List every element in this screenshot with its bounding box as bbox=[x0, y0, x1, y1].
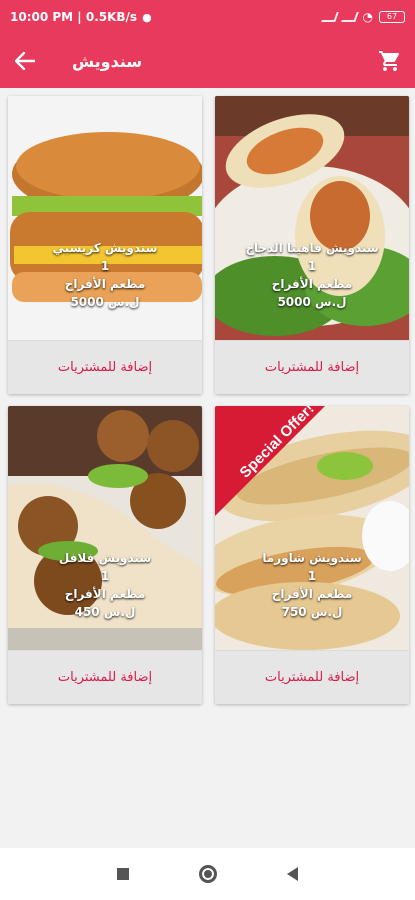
product-name: سندويش فلافل bbox=[58, 551, 152, 565]
product-grid: سندويش كريسبي 1 مطعم الأفراح 5000 ل.س إض… bbox=[0, 88, 415, 712]
product-restaurant: مطعم الأفراح bbox=[64, 277, 146, 291]
product-qty: 1 bbox=[307, 259, 317, 273]
add-to-cart-button[interactable]: إضافة للمشتريات bbox=[8, 650, 202, 704]
product-restaurant: مطعم الأفراح bbox=[271, 277, 353, 291]
product-price: 5000 ل.س bbox=[277, 295, 347, 309]
product-restaurant: مطعم الأفراح bbox=[271, 587, 353, 601]
status-bar: 10:00 PM | 0.5KB/s ● ◔ 67 bbox=[0, 0, 415, 34]
system-nav-bar bbox=[0, 848, 415, 900]
cart-button[interactable] bbox=[365, 34, 415, 88]
back-button[interactable] bbox=[0, 34, 50, 88]
product-restaurant: مطعم الأفراح bbox=[64, 587, 146, 601]
product-name: سندويش شاورما bbox=[262, 551, 362, 565]
product-price: 750 ل.س bbox=[281, 605, 343, 619]
product-card[interactable]: Special Offer! سندويش شاورما 1 مطعم الأف… bbox=[215, 406, 409, 704]
status-time: 10:00 PM | 0.5KB/s bbox=[10, 10, 138, 24]
product-image-crispy: سندويش كريسبي 1 مطعم الأفراح 5000 ل.س bbox=[8, 96, 202, 340]
wifi-icon: ◔ bbox=[362, 10, 373, 24]
back-nav-icon[interactable] bbox=[287, 867, 298, 881]
battery-icon: 67 bbox=[379, 11, 405, 23]
product-info: سندويش فاهيتا الدجاج 1 مطعم الأفراح 5000… bbox=[215, 241, 409, 309]
product-image-falafel: سندويش فلافل 1 مطعم الأفراح 450 ل.س bbox=[8, 406, 202, 650]
notification-icon: ● bbox=[142, 10, 152, 24]
add-to-cart-button[interactable]: إضافة للمشتريات bbox=[215, 650, 409, 704]
product-image-shawarma: Special Offer! سندويش شاورما 1 مطعم الأف… bbox=[215, 406, 409, 650]
signal-icon bbox=[340, 12, 359, 22]
page-title: سندويش bbox=[72, 51, 143, 71]
product-qty: 1 bbox=[100, 259, 110, 273]
product-card[interactable]: سندويش فاهيتا الدجاج 1 مطعم الأفراح 5000… bbox=[215, 96, 409, 394]
product-price: 450 ل.س bbox=[74, 605, 136, 619]
home-icon[interactable] bbox=[199, 865, 217, 883]
recents-icon[interactable] bbox=[117, 868, 129, 880]
product-card[interactable]: سندويش فلافل 1 مطعم الأفراح 450 ل.س إضاف… bbox=[8, 406, 202, 704]
add-to-cart-button[interactable]: إضافة للمشتريات bbox=[215, 340, 409, 394]
product-name: سندويش كريسبي bbox=[52, 241, 158, 255]
status-icons: ◔ 67 bbox=[320, 10, 405, 24]
signal-icon bbox=[320, 12, 339, 22]
arrow-left-icon bbox=[15, 52, 35, 70]
special-offer-badge: Special Offer! bbox=[215, 406, 325, 516]
product-qty: 1 bbox=[307, 569, 317, 583]
product-info: سندويش فلافل 1 مطعم الأفراح 450 ل.س bbox=[8, 551, 202, 619]
product-price: 5000 ل.س bbox=[70, 295, 140, 309]
product-image-fajita: سندويش فاهيتا الدجاج 1 مطعم الأفراح 5000… bbox=[215, 96, 409, 340]
product-info: سندويش كريسبي 1 مطعم الأفراح 5000 ل.س bbox=[8, 241, 202, 309]
product-qty: 1 bbox=[100, 569, 110, 583]
cart-icon bbox=[379, 51, 399, 71]
product-name: سندويش فاهيتا الدجاج bbox=[245, 241, 379, 255]
product-card[interactable]: سندويش كريسبي 1 مطعم الأفراح 5000 ل.س إض… bbox=[8, 96, 202, 394]
product-info: سندويش شاورما 1 مطعم الأفراح 750 ل.س bbox=[215, 551, 409, 619]
app-bar: سندويش bbox=[0, 34, 415, 88]
add-to-cart-button[interactable]: إضافة للمشتريات bbox=[8, 340, 202, 394]
